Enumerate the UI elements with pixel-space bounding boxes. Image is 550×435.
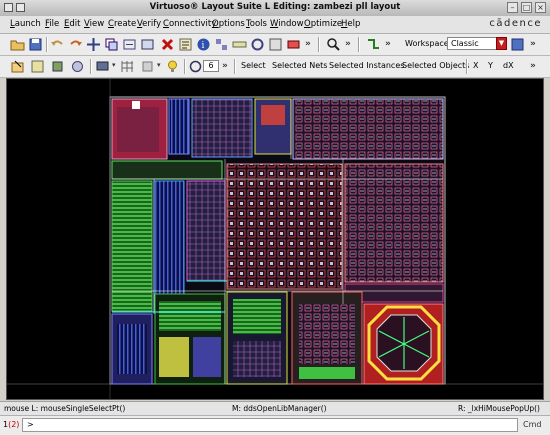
delete-icon[interactable]	[160, 37, 175, 52]
menu-window[interactable]: Window	[270, 19, 304, 29]
workspace-save-icon[interactable]	[510, 37, 525, 52]
svg-text:i: i	[202, 41, 205, 51]
menu-edit[interactable]: Edit	[64, 19, 80, 29]
menu-verify[interactable]: Verify	[137, 19, 161, 29]
plot-icon[interactable]	[268, 37, 283, 52]
display-icon[interactable]	[95, 59, 110, 74]
overflow-chevron-1[interactable]: »	[305, 39, 311, 49]
command-label: Cmd	[523, 420, 542, 429]
undo-icon[interactable]	[50, 37, 65, 52]
menu-optimize[interactable]: Optimize	[304, 19, 342, 29]
command-counter: 1(2)	[3, 420, 19, 429]
toolbar-selection: ▾ ▾ 6 » Select Selected Nets Selected In…	[0, 56, 550, 78]
menu-file[interactable]: File	[45, 19, 59, 29]
stretch-icon[interactable]	[122, 37, 137, 52]
layout-drawing	[7, 79, 543, 399]
properties-icon[interactable]	[178, 37, 193, 52]
route-icon[interactable]	[366, 37, 381, 52]
selected-nets-label[interactable]: Selected Nets	[272, 61, 327, 70]
menu-help[interactable]: Help	[341, 19, 360, 29]
chevron-down-icon[interactable]: ▾	[157, 61, 161, 69]
chevron-down-icon[interactable]: ▾	[112, 61, 116, 69]
status-bar: mouse L: mouseSingleSelectPt() M: ddsOpe…	[0, 401, 550, 415]
overflow-chevron-2[interactable]: »	[345, 39, 351, 49]
selected-objects-label[interactable]: Selected Objects	[402, 61, 469, 70]
filter-icon[interactable]	[70, 59, 85, 74]
select-label[interactable]: Select	[241, 61, 266, 70]
maximize-button[interactable]: □	[521, 2, 532, 13]
block-top-right	[292, 98, 444, 160]
selected-instances-label[interactable]: Selected Instances	[329, 61, 404, 70]
status-mouse-right: R: _lxHiMousePopUp()	[458, 404, 540, 413]
move-icon[interactable]	[86, 37, 101, 52]
area-select-icon[interactable]	[30, 59, 45, 74]
light-icon[interactable]	[165, 59, 180, 74]
descend-icon[interactable]	[250, 37, 265, 52]
select-mode-icon[interactable]	[10, 59, 25, 74]
chevron-down-icon[interactable]: ▼	[496, 37, 507, 50]
ruler-icon[interactable]	[232, 37, 247, 52]
toolbar-main: i » » » Workspace: Classic ▼ »	[0, 34, 550, 56]
hierarchy-icon[interactable]	[214, 37, 229, 52]
command-bar: 1(2) > Cmd	[0, 415, 550, 435]
layout-canvas[interactable]	[6, 78, 544, 400]
partial-select-icon[interactable]	[50, 59, 65, 74]
info-icon[interactable]: i	[196, 37, 211, 52]
status-mouse-middle: M: ddsOpenLibManager()	[232, 404, 327, 413]
menu-options[interactable]: Options	[212, 19, 245, 29]
status-mouse-left: mouse L: mouseSingleSelectPt()	[4, 404, 126, 413]
overflow-chevron-5[interactable]: »	[222, 61, 228, 71]
minimize-button[interactable]: –	[507, 2, 518, 13]
stop-level-spinner[interactable]: 6	[203, 60, 219, 72]
menu-tools[interactable]: Tools	[246, 19, 267, 29]
overflow-chevron-6[interactable]: »	[530, 61, 536, 71]
zoom-icon[interactable]	[326, 37, 341, 52]
menu-connectivity[interactable]: Connectivity	[163, 19, 216, 29]
save-icon[interactable]	[28, 37, 43, 52]
overflow-chevron-4[interactable]: »	[530, 39, 536, 49]
x-coordinate-label: X	[473, 61, 479, 70]
chop-icon[interactable]	[140, 37, 155, 52]
cadence-logo: cādence	[489, 18, 542, 29]
window-title: Virtuoso® Layout Suite L Editing: zambez…	[149, 2, 401, 12]
command-count: (2)	[8, 420, 20, 429]
dx-coordinate-label: dX	[503, 61, 514, 70]
block-right-array	[344, 163, 444, 283]
workspace-label: Workspace:	[405, 39, 452, 48]
menu-create[interactable]: Create	[108, 19, 136, 29]
layer-icon[interactable]	[286, 37, 301, 52]
snap-icon[interactable]	[140, 59, 155, 74]
command-input[interactable]: >	[22, 418, 518, 432]
menu-launch[interactable]: Launch	[10, 19, 41, 29]
menu-view[interactable]: View	[84, 19, 104, 29]
overflow-chevron-3[interactable]: »	[385, 39, 391, 49]
menu-bar: Launch File Edit View Create Verify Conn…	[0, 16, 550, 34]
stop-level-icon[interactable]	[188, 59, 203, 74]
y-coordinate-label: Y	[488, 61, 493, 70]
close-button[interactable]: ×	[535, 2, 546, 13]
open-icon[interactable]	[10, 37, 25, 52]
redo-icon[interactable]	[68, 37, 83, 52]
title-bar: Virtuoso® Layout Suite L Editing: zambez…	[0, 0, 550, 17]
block-center	[226, 163, 343, 290]
copy-icon[interactable]	[104, 37, 119, 52]
grid-icon[interactable]	[120, 59, 135, 74]
